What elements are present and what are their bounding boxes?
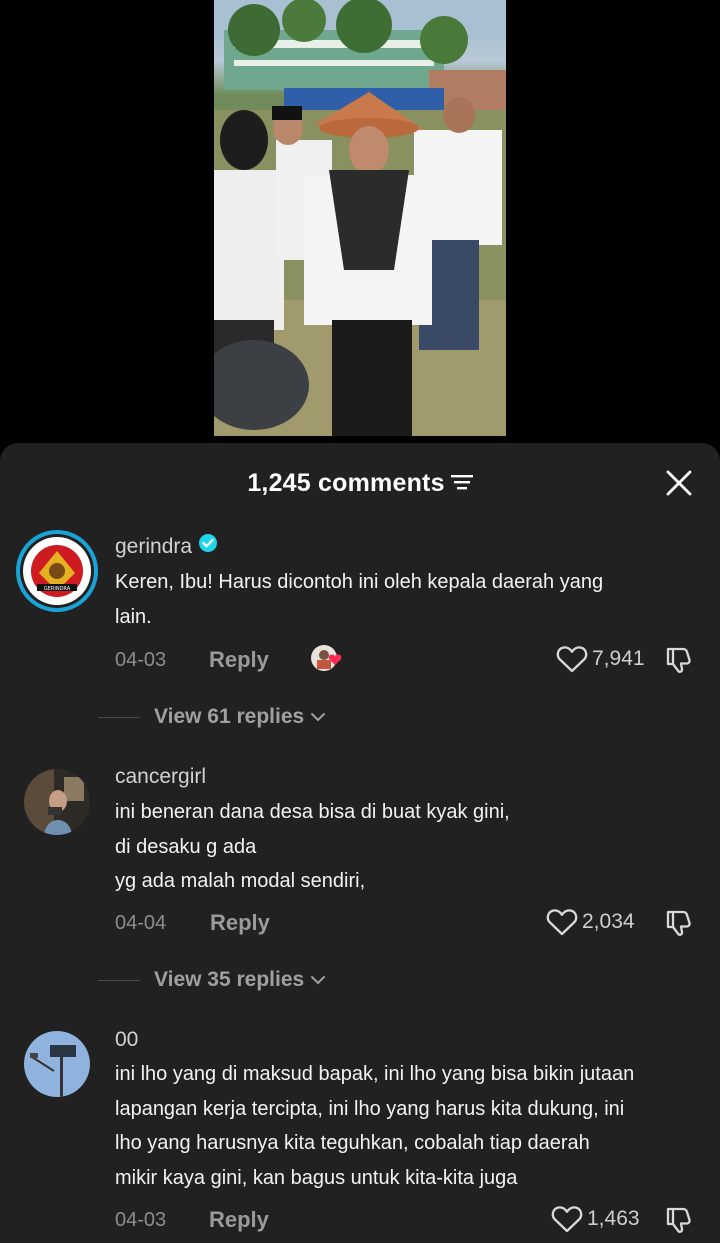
like-count: 1,463 [587, 1207, 640, 1230]
reply-button[interactable]: Reply [210, 910, 270, 936]
comment-line: lain. [115, 605, 152, 628]
view-replies-button[interactable]: View 61 replies [98, 705, 326, 729]
comment-line: yg ada malah modal sendiri, [115, 870, 366, 892]
video-area[interactable] [0, 0, 720, 445]
avatar[interactable] [24, 1031, 90, 1097]
avatar-logo-text: GERINDRA [44, 586, 71, 592]
chevron-down-icon [311, 976, 326, 985]
view-replies-label: View 35 replies [154, 968, 305, 991]
comment-line: lapangan kerja tercipta, ini lho yang ha… [115, 1097, 625, 1120]
comment-username[interactable]: 00 [115, 1028, 138, 1052]
like-count: 7,941 [592, 647, 645, 670]
filter-icon[interactable] [450, 468, 473, 497]
close-icon [666, 470, 692, 496]
comment-count-title[interactable]: 1,245 comments [0, 469, 720, 498]
dislike-button[interactable] [665, 1205, 695, 1240]
comment-line: Keren, Ibu! Harus dicontoh ini oleh kepa… [115, 571, 604, 593]
dislike-button[interactable] [665, 908, 695, 943]
username-link[interactable]: 00 [115, 1028, 138, 1051]
video-still [214, 0, 506, 436]
heart-icon [556, 646, 588, 673]
comment-date: 04-03 [115, 1209, 167, 1231]
comment-line: lho yang harusnya kita teguhkan, cobalah… [115, 1132, 590, 1154]
avatar[interactable]: GERINDRA [15, 529, 99, 613]
username-link[interactable]: gerindra [115, 535, 192, 558]
verified-icon [198, 533, 218, 559]
comment-line: mikir kaya gini, kan bagus untuk kita-ki… [115, 1166, 518, 1189]
comment-text: ini beneran dana desa bisa di buat kyak … [115, 795, 705, 899]
divider-line [98, 716, 140, 718]
comment-text: Keren, Ibu! Harus dicontoh ini oleh kepa… [115, 565, 705, 634]
reply-button[interactable]: Reply [209, 647, 269, 673]
close-button[interactable] [664, 468, 694, 498]
creator-liked-badge [310, 643, 344, 675]
comment-username[interactable]: gerindra [115, 533, 218, 559]
comment-line: ini lho yang di maksud bapak, ini lho ya… [115, 1063, 635, 1085]
heart-icon [546, 909, 578, 936]
comments-sheet: 1,245 comments GERINDRA gerindra Keren, … [0, 443, 720, 1243]
comment-count: 1,245 comments [247, 469, 445, 497]
divider-line [98, 979, 140, 981]
reply-button[interactable]: Reply [209, 1207, 269, 1233]
comment-line: di desaku g ada [115, 835, 257, 858]
comments-header: 1,245 comments [0, 443, 720, 525]
dislike-icon [666, 1207, 691, 1233]
comment-text: ini lho yang di maksud bapak, ini lho ya… [115, 1057, 705, 1195]
comment-username[interactable]: cancergirl [115, 765, 206, 789]
dislike-icon [666, 910, 691, 936]
comment-line: ini beneran dana desa bisa di buat kyak … [115, 801, 510, 823]
avatar[interactable] [24, 769, 90, 835]
video-player[interactable] [214, 0, 506, 436]
chevron-down-icon [311, 713, 326, 722]
dislike-button[interactable] [665, 645, 695, 680]
like-button[interactable]: 2,034 [546, 908, 635, 936]
like-button[interactable]: 1,463 [551, 1205, 640, 1233]
like-count: 2,034 [582, 910, 635, 933]
heart-icon [551, 1206, 583, 1233]
username-link[interactable]: cancergirl [115, 765, 206, 788]
comment-date: 04-04 [115, 912, 167, 934]
dislike-icon [666, 647, 691, 673]
view-replies-button[interactable]: View 35 replies [98, 968, 326, 992]
view-replies-label: View 61 replies [154, 705, 305, 728]
like-button[interactable]: 7,941 [556, 645, 645, 673]
comment-date: 04-03 [115, 649, 167, 671]
